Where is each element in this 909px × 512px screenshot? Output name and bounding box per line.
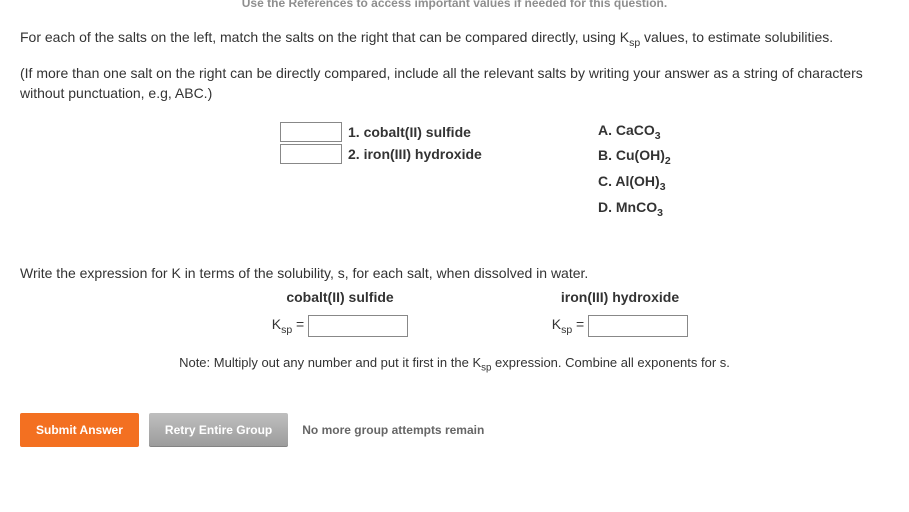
ksp-col-2-header: iron(III) hydroxide — [480, 289, 760, 305]
ksp-area: cobalt(II) sulfide Ksp = iron(III) hydro… — [200, 289, 889, 337]
option-c-text: C. Al(OH) — [598, 173, 660, 189]
option-b-text: B. Cu(OH) — [598, 147, 665, 163]
question-text: For each of the salts on the left, match… — [20, 28, 889, 50]
option-d: D. MnCO3 — [598, 199, 671, 219]
retry-button[interactable]: Retry Entire Group — [149, 413, 288, 447]
option-c: C. Al(OH)3 — [598, 173, 671, 193]
match-input-2[interactable] — [280, 144, 342, 164]
question-text-suffix: values, to estimate solubilities. — [640, 29, 833, 45]
match-label-1: 1. cobalt(II) sulfide — [348, 124, 598, 140]
match-row-1: 1. cobalt(II) sulfide — [280, 122, 598, 142]
ksp-input-2[interactable] — [588, 315, 688, 337]
attempts-message: No more group attempts remain — [302, 423, 484, 437]
ksp-col-2: iron(III) hydroxide Ksp = — [480, 289, 760, 337]
instruction-text: (If more than one salt on the right can … — [20, 64, 889, 103]
option-a-text: A. CaCO — [598, 122, 655, 138]
matching-area: 1. cobalt(II) sulfide 2. iron(III) hydro… — [280, 122, 889, 225]
option-a: A. CaCO3 — [598, 122, 671, 142]
match-left-col: 1. cobalt(II) sulfide 2. iron(III) hydro… — [280, 122, 598, 225]
options-col: A. CaCO3 B. Cu(OH)2 C. Al(OH)3 D. MnCO3 — [598, 122, 671, 225]
ksp-label-2-sub: sp — [561, 324, 572, 336]
option-d-text: D. MnCO — [598, 199, 657, 215]
option-b-sub: 2 — [665, 155, 671, 167]
ksp-label-1-prefix: K — [272, 316, 281, 332]
match-label-2: 2. iron(III) hydroxide — [348, 146, 598, 162]
option-d-sub: 3 — [657, 207, 663, 219]
ksp-label-1-sub: sp — [281, 324, 292, 336]
ksp-label-1: Ksp = — [272, 316, 305, 336]
match-row-2: 2. iron(III) hydroxide — [280, 144, 598, 164]
option-a-sub: 3 — [655, 129, 661, 141]
ksp-note-suffix: expression. Combine all exponents for s. — [491, 355, 729, 370]
ksp-label-2: Ksp = — [552, 316, 585, 336]
question-text-prefix: For each of the salts on the left, match… — [20, 29, 629, 45]
option-b: B. Cu(OH)2 — [598, 147, 671, 167]
ksp-note-prefix: Note: Multiply out any number and put it… — [179, 355, 481, 370]
ksp-note: Note: Multiply out any number and put it… — [20, 355, 889, 374]
ksp-expr-2: Ksp = — [480, 315, 760, 337]
match-input-1[interactable] — [280, 122, 342, 142]
ksp-prompt: Write the expression for K in terms of t… — [20, 265, 889, 281]
ksp-col-1: cobalt(II) sulfide Ksp = — [200, 289, 480, 337]
submit-button[interactable]: Submit Answer — [20, 413, 139, 447]
references-hint: Use the References to access important v… — [20, 0, 889, 10]
ksp-sub: sp — [629, 37, 640, 49]
ksp-label-2-suffix: = — [572, 316, 584, 332]
ksp-input-1[interactable] — [308, 315, 408, 337]
ksp-note-sub: sp — [481, 362, 491, 373]
ksp-label-2-prefix: K — [552, 316, 561, 332]
option-c-sub: 3 — [660, 181, 666, 193]
ksp-expr-1: Ksp = — [200, 315, 480, 337]
button-row: Submit Answer Retry Entire Group No more… — [20, 413, 889, 447]
ksp-col-1-header: cobalt(II) sulfide — [200, 289, 480, 305]
ksp-label-1-suffix: = — [292, 316, 304, 332]
